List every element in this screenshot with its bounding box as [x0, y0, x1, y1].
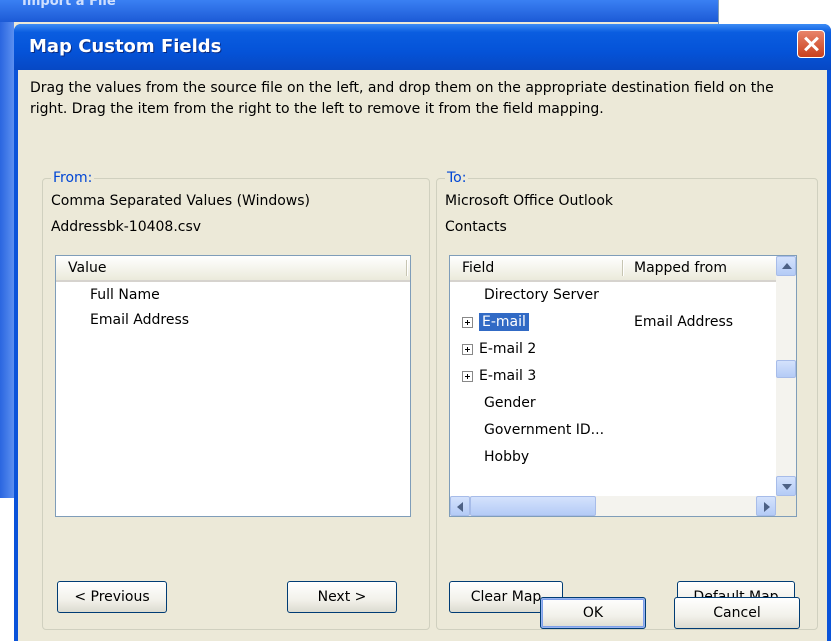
instructions-text: Drag the values from the source file on …: [30, 80, 774, 117]
horizontal-scroll-thumb[interactable]: [470, 496, 596, 516]
field-name: E-mail 2: [479, 341, 537, 357]
cancel-button[interactable]: Cancel: [674, 597, 800, 629]
scroll-thumb[interactable]: [776, 360, 796, 378]
to-group: To: Microsoft Office Outlook Contacts Fi…: [436, 170, 818, 630]
table-row[interactable]: E-mail 2: [462, 336, 772, 362]
source-item-label: Full Name: [90, 287, 160, 303]
to-label: To:: [445, 170, 469, 186]
expand-icon[interactable]: [462, 316, 473, 328]
destination-folder: Contacts: [445, 219, 507, 235]
table-row[interactable]: E-mail 3: [462, 363, 772, 389]
table-row[interactable]: Gender: [462, 390, 772, 416]
destination-fields-list[interactable]: Field Mapped from Directory Server E-mai…: [449, 255, 797, 517]
field-name: Gender: [484, 395, 536, 411]
dialog-titlebar[interactable]: Map Custom Fields: [14, 24, 831, 70]
from-label: From:: [51, 170, 95, 186]
field-name: Directory Server: [484, 287, 599, 303]
chevron-down-icon: [782, 484, 792, 490]
source-type: Comma Separated Values (Windows): [51, 193, 310, 209]
background-window-border: [0, 22, 14, 498]
scroll-up-button[interactable]: [776, 256, 796, 276]
value-header-label: Value: [68, 260, 107, 276]
background-window-titlebar: Import a File: [0, 0, 718, 22]
scroll-right-button[interactable]: [756, 496, 776, 516]
chevron-left-icon: [457, 502, 463, 512]
next-button[interactable]: Next >: [287, 581, 397, 613]
dialog-client-area: Drag the values from the source file on …: [18, 70, 827, 641]
mapped-from-value: Email Address: [634, 314, 734, 330]
previous-button[interactable]: < Previous: [57, 581, 167, 613]
map-custom-fields-dialog: Map Custom Fields Drag the values from t…: [14, 24, 831, 641]
field-name: Hobby: [484, 449, 530, 465]
chevron-right-icon: [764, 502, 770, 512]
field-name: E-mail 3: [479, 368, 537, 384]
ok-button[interactable]: OK: [540, 597, 646, 629]
destination-app: Microsoft Office Outlook: [445, 193, 613, 209]
scroll-down-button[interactable]: [776, 476, 796, 496]
field-name: Government ID...: [484, 422, 605, 438]
value-column-header[interactable]: Value: [56, 256, 410, 282]
field-header-label[interactable]: Field: [462, 260, 494, 276]
dialog-title: Map Custom Fields: [29, 36, 222, 57]
from-group: From: Comma Separated Values (Windows) A…: [42, 170, 430, 630]
source-values-list[interactable]: Value Full Name Email Address: [55, 255, 411, 517]
table-row[interactable]: Directory Server: [462, 282, 772, 308]
expand-icon[interactable]: [462, 370, 473, 382]
expand-icon[interactable]: [462, 343, 473, 355]
table-row[interactable]: Hobby: [462, 444, 772, 470]
mapped-from-header-label[interactable]: Mapped from: [634, 260, 727, 276]
chevron-up-icon: [782, 263, 792, 269]
column-separator[interactable]: [622, 260, 624, 276]
field-name: E-mail: [479, 313, 529, 331]
scrollbar-corner: [776, 496, 796, 516]
horizontal-scrollbar[interactable]: [450, 496, 776, 516]
vertical-scrollbar[interactable]: [776, 256, 796, 496]
source-file-name: Addressbk-10408.csv: [51, 219, 202, 235]
source-item-label: Email Address: [90, 312, 190, 328]
fields-header: Field Mapped from: [450, 256, 776, 282]
list-item[interactable]: Full Name: [90, 282, 160, 308]
table-row[interactable]: E-mail Email Address: [462, 309, 772, 335]
close-button[interactable]: [797, 30, 825, 58]
background-window-title: Import a File: [22, 0, 116, 9]
scroll-left-button[interactable]: [450, 496, 470, 516]
table-row[interactable]: Government ID...: [462, 417, 772, 443]
list-item[interactable]: Email Address: [90, 307, 189, 333]
column-separator: [406, 260, 408, 276]
